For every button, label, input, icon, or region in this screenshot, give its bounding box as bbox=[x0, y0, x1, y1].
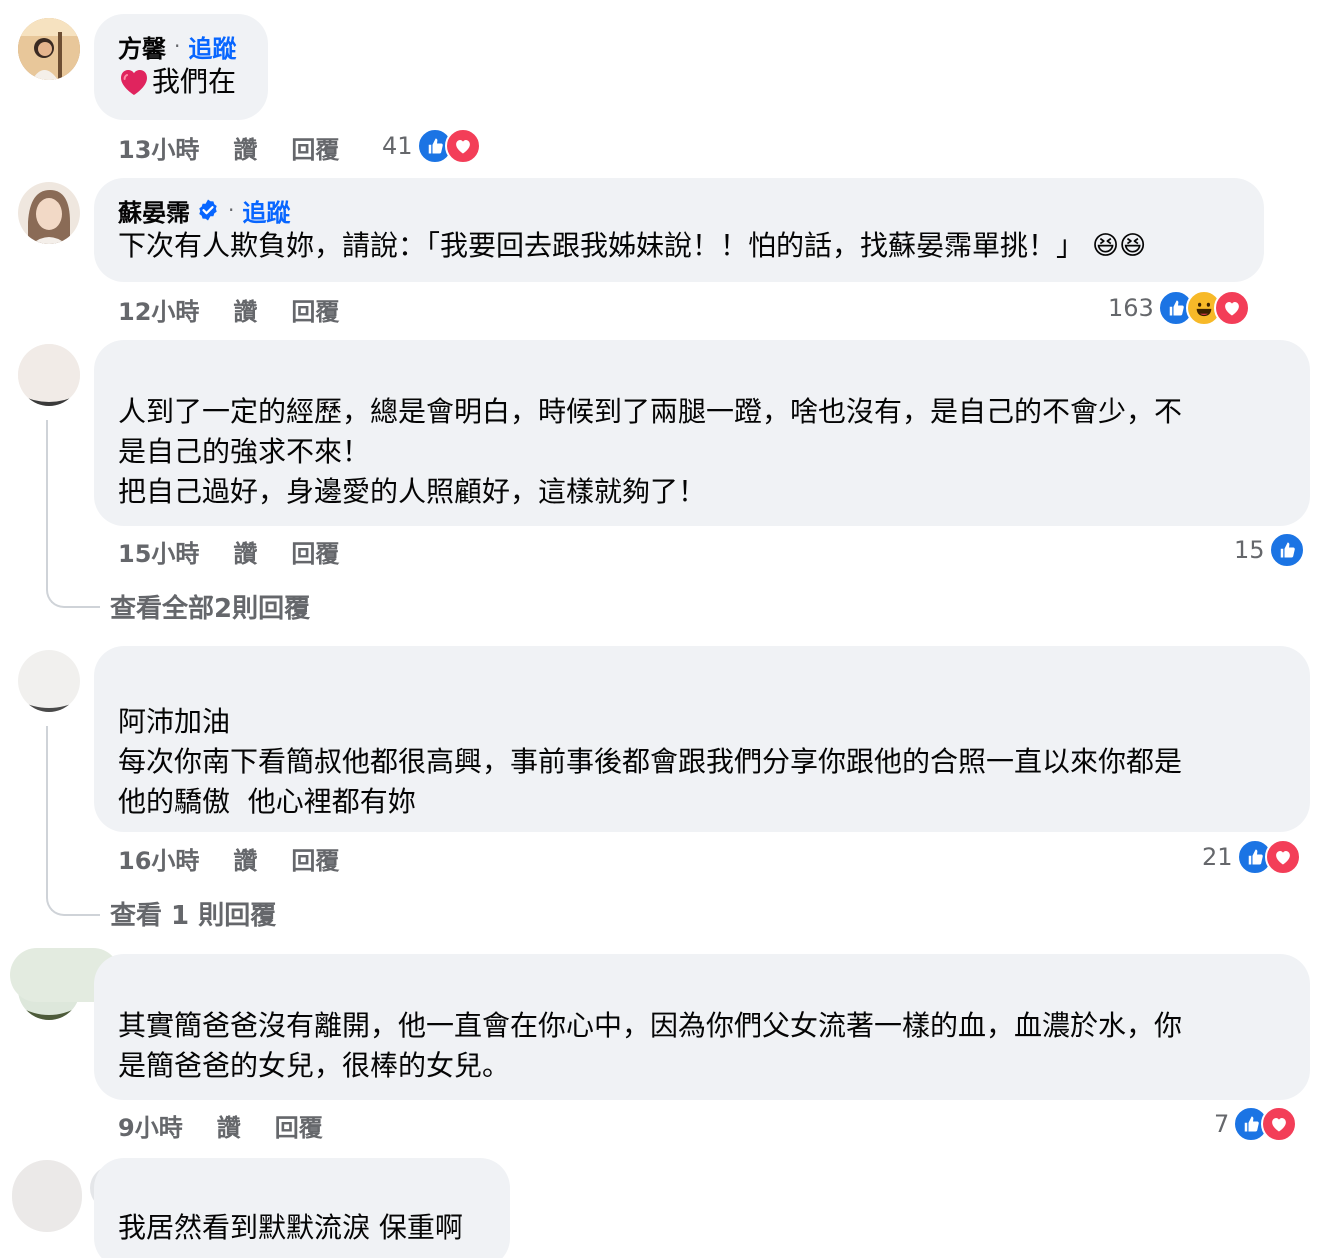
reply-button[interactable]: 回覆 bbox=[291, 841, 339, 876]
view-replies-link[interactable]: 查看全部2則回覆 bbox=[110, 588, 310, 625]
comment-text: 下次有人欺負妳，請說：「我要回去跟我姊妹說！！怕的話，找蘇晏霈單挑！」 bbox=[118, 229, 1085, 262]
commenter-name[interactable]: 方馨 bbox=[118, 29, 166, 64]
like-button[interactable]: 讚 bbox=[233, 130, 257, 165]
timestamp[interactable]: 9小時 bbox=[118, 1108, 183, 1143]
avatar[interactable] bbox=[18, 182, 80, 244]
thread-curve bbox=[46, 584, 100, 608]
comment-actions: 9小時 讚 回覆 bbox=[118, 1108, 357, 1142]
reaction-summary[interactable]: 163 bbox=[1108, 288, 1250, 328]
comment-bubble: 其實簡爸爸沒有離開，他一直會在你心中，因為你們父女流著一樣的血，血濃於水，你 是… bbox=[94, 954, 1310, 1100]
timestamp[interactable]: 16小時 bbox=[118, 841, 199, 876]
love-reaction-icon bbox=[1261, 1106, 1298, 1142]
reaction-count: 21 bbox=[1202, 843, 1233, 871]
reaction-count: 15 bbox=[1234, 536, 1265, 564]
like-reaction-icon bbox=[1268, 532, 1305, 568]
love-reaction-icon bbox=[444, 128, 481, 164]
reply-button[interactable]: 回覆 bbox=[291, 534, 339, 569]
reaction-count: 163 bbox=[1108, 294, 1154, 322]
reaction-count: 41 bbox=[382, 132, 413, 160]
red-heart-emoji bbox=[118, 66, 150, 98]
timestamp[interactable]: 12小時 bbox=[118, 292, 199, 327]
reply-button[interactable]: 回覆 bbox=[291, 292, 339, 327]
separator-dot: · bbox=[228, 198, 235, 222]
comment-text: 人到了一定的經歷，總是會明白，時候到了兩腿一蹬，啥也沒有，是自己的不會少，不 是… bbox=[118, 395, 1183, 508]
comment-actions: 12小時 讚 回覆 bbox=[118, 292, 373, 326]
reaction-summary[interactable]: 21 bbox=[1202, 837, 1301, 877]
like-button[interactable]: 讚 bbox=[217, 1108, 241, 1143]
comment-text: 阿沛加油 每次你南下看簡叔他都很高興，事前事後都會跟我們分享你跟他的合照一直以來… bbox=[118, 705, 1183, 818]
comment-bubble: 人到了一定的經歷，總是會明白，時候到了兩腿一蹬，啥也沒有，是自己的不會少，不 是… bbox=[94, 340, 1310, 526]
like-button[interactable]: 讚 bbox=[233, 534, 257, 569]
commenter-avatar-blur bbox=[12, 1160, 82, 1232]
reply-button[interactable]: 回覆 bbox=[291, 130, 339, 165]
comment-bubble: 我居然看到默默流淚 保重啊 bbox=[94, 1158, 510, 1258]
love-reaction-icon bbox=[1213, 290, 1250, 326]
view-replies-link[interactable]: 查看 1 則回覆 bbox=[110, 895, 276, 932]
comment-bubble: 方馨 · 追蹤 我們在 bbox=[94, 14, 268, 120]
commenter-name[interactable]: 蘇晏霈 bbox=[118, 193, 190, 228]
love-reaction-icon bbox=[1264, 839, 1301, 875]
comment-bubble: 阿沛加油 每次你南下看簡叔他都很高興，事前事後都會跟我們分享你跟他的合照一直以來… bbox=[94, 646, 1310, 832]
follow-button[interactable]: 追蹤 bbox=[242, 193, 290, 228]
comment-text: 我們在 bbox=[152, 65, 237, 98]
thread-line bbox=[46, 726, 48, 896]
comment-text: 其實簡爸爸沒有離開，他一直會在你心中，因為你們父女流著一樣的血，血濃於水，你 是… bbox=[118, 1009, 1183, 1082]
reaction-count: 7 bbox=[1214, 1110, 1230, 1138]
comment-actions: 15小時 讚 回覆 bbox=[118, 534, 373, 568]
reaction-summary[interactable]: 7 bbox=[1214, 1104, 1298, 1144]
timestamp[interactable]: 15小時 bbox=[118, 534, 199, 569]
timestamp[interactable]: 13小時 bbox=[118, 130, 199, 165]
avatar[interactable] bbox=[18, 650, 80, 712]
separator-dot: · bbox=[174, 34, 181, 58]
comment-actions: 16小時 讚 回覆 bbox=[118, 841, 373, 875]
verified-badge-icon bbox=[196, 198, 220, 222]
like-button[interactable]: 讚 bbox=[233, 292, 257, 327]
avatar[interactable] bbox=[18, 18, 80, 80]
laughing-emoji: 😆😆 bbox=[1092, 231, 1147, 261]
follow-button[interactable]: 追蹤 bbox=[188, 29, 236, 64]
thread-curve bbox=[46, 892, 100, 916]
comment-actions: 13小時 讚 回覆 bbox=[118, 130, 373, 164]
reaction-summary[interactable]: 15 bbox=[1234, 530, 1305, 570]
thread-line bbox=[46, 420, 48, 588]
reply-button[interactable]: 回覆 bbox=[275, 1108, 323, 1143]
avatar[interactable] bbox=[18, 344, 80, 406]
like-button[interactable]: 讚 bbox=[233, 841, 257, 876]
comment-text: 我居然看到默默流淚 保重啊 bbox=[118, 1211, 463, 1244]
reaction-summary[interactable]: 41 bbox=[382, 126, 481, 166]
comment-bubble: 蘇晏霈 · 追蹤 下次有人欺負妳，請說：「我要回去跟我姊妹說！！怕的話，找蘇晏霈… bbox=[94, 178, 1264, 282]
